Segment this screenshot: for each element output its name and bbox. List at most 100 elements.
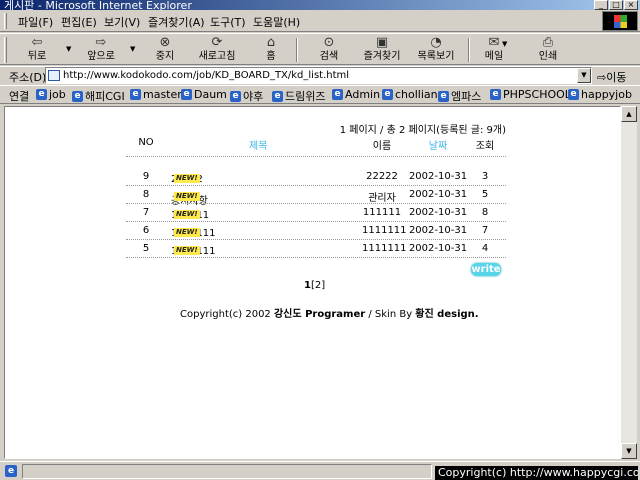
links-label: 연결 — [9, 90, 30, 103]
link-item[interactable]: e Admin — [332, 88, 380, 101]
favorites-button[interactable]: ▣ 즐겨찾기 — [362, 35, 402, 65]
menu-favorites[interactable]: 즐겨찾기(A) — [148, 14, 205, 30]
row-divider — [126, 257, 506, 258]
link-item[interactable]: e chollian — [382, 88, 438, 101]
search-label: 검색 — [319, 51, 339, 62]
window-title: 게시판 - Microsoft Internet Explorer — [4, 0, 192, 10]
title-bar: 게시판 - Microsoft Internet Explorer _ □ × — [0, 0, 640, 10]
menu-file[interactable]: 파일(F) — [18, 14, 53, 30]
column-hits: 조회 — [475, 141, 495, 152]
menu-edit[interactable]: 편집(E) — [61, 14, 97, 30]
new-badge: NEW! — [174, 192, 200, 201]
link-item[interactable]: e 엠파스 — [438, 88, 481, 104]
column-name: 이름 — [372, 141, 392, 152]
close-button[interactable]: × — [624, 0, 638, 10]
forward-label: 앞으로 — [87, 51, 115, 62]
ie-link-icon: e — [382, 89, 393, 100]
new-badge: NEW! — [174, 174, 200, 183]
ie-link-icon: e — [72, 90, 83, 102]
table-header: NO 제목 이름 날짜 조회 — [126, 137, 506, 152]
link-item[interactable]: e master — [130, 88, 182, 101]
row-no: 6 — [142, 225, 150, 236]
print-button[interactable]: ⎙ 인쇄 — [536, 35, 560, 65]
mail-icon: ✉ — [488, 35, 500, 50]
link-label: Admin — [345, 88, 381, 101]
address-dropdown-icon[interactable]: ▼ — [577, 68, 591, 83]
stop-button[interactable]: ⊗ 중지 — [152, 35, 178, 65]
copyright-suffix: . — [474, 309, 479, 320]
link-item[interactable]: e 야후 — [230, 88, 263, 104]
row-name: 111111 — [362, 207, 402, 218]
status-bar: e Copyright(c) http://www.happycgi.com — [0, 461, 640, 480]
go-arrow-icon: ⇨ — [597, 71, 607, 84]
maximize-button[interactable]: □ — [609, 0, 623, 10]
ie-link-icon: e — [332, 89, 343, 100]
link-item[interactable]: e 해피CGI — [72, 88, 125, 104]
menu-grip[interactable] — [4, 13, 7, 29]
vertical-scrollbar[interactable]: ▲ ▼ — [621, 106, 637, 459]
row-date: 2002-10-31 — [408, 189, 468, 200]
new-badge: NEW! — [174, 210, 200, 219]
row-name: 22222 — [366, 171, 398, 182]
history-button[interactable]: ◔ 목록보기 — [416, 35, 456, 65]
page-link-2[interactable]: [2] — [311, 280, 325, 291]
stop-icon: ⊗ — [159, 35, 171, 50]
back-button[interactable]: ⇦ 뒤로 — [22, 35, 52, 65]
mail-dropdown-icon[interactable]: ▼ — [502, 40, 507, 48]
table-row: 8 공지사항 NEW! 관리자 2002-10-31 5 — [126, 186, 506, 207]
standard-toolbar: ⇦ 뒤로 ▼ ⇨ 앞으로 ▼ ⊗ 중지 ⟳ 새로고침 ⌂ 홈 ⊙ 검색 ▣ 즐겨… — [0, 33, 640, 65]
row-name: 관리자 — [368, 193, 396, 204]
pagination: 1[2] — [304, 280, 325, 291]
link-label: 야후 — [243, 90, 264, 103]
home-label: 홈 — [266, 51, 276, 62]
forward-button[interactable]: ⇨ 앞으로 — [83, 35, 119, 65]
link-item[interactable]: e job — [36, 88, 66, 101]
address-input[interactable]: http://www.kodokodo.com/job/KD_BOARD_TX/… — [45, 67, 592, 84]
scroll-down-icon[interactable]: ▼ — [621, 443, 637, 459]
ie-link-icon: e — [568, 89, 579, 100]
home-icon: ⌂ — [266, 35, 276, 50]
link-label: PHPSCHOOL — [503, 88, 571, 101]
minimize-button[interactable]: _ — [594, 0, 608, 10]
forward-dropdown-icon[interactable]: ▼ — [130, 45, 135, 53]
refresh-button[interactable]: ⟳ 새로고침 — [195, 35, 239, 65]
ie-link-icon: e — [130, 89, 141, 100]
table-row: 6 1111111NEW! 1111111 2002-10-31 7 — [126, 222, 506, 240]
go-button[interactable]: ⇨이동 — [597, 69, 626, 85]
address-url[interactable]: http://www.kodokodo.com/job/KD_BOARD_TX/… — [63, 70, 349, 81]
window-controls: _ □ × — [594, 0, 638, 10]
favorites-folder-icon: ▣ — [375, 35, 389, 50]
ie-link-icon: e — [181, 89, 192, 100]
row-name: 1111111 — [362, 243, 407, 254]
column-subject[interactable]: 제목 — [249, 137, 267, 152]
links-bar: 연결 e job e 해피CGI e master e Daum e 야후 e 드림위즈 e… — [0, 85, 640, 104]
menu-view[interactable]: 보기(V) — [104, 14, 140, 30]
toolbar-grip[interactable] — [4, 37, 7, 63]
column-date[interactable]: 날짜 — [408, 137, 468, 152]
search-button[interactable]: ⊙ 검색 — [317, 35, 341, 65]
page-info: 1 페이지 / 총 2 페이지(등록된 글: 9개) — [339, 125, 506, 136]
page-content: 1 페이지 / 총 2 페이지(등록된 글: 9개) NO 제목 이름 날짜 조… — [4, 106, 621, 459]
row-date: 2002-10-31 — [408, 243, 468, 254]
write-button[interactable]: write — [471, 263, 501, 276]
header-divider — [126, 156, 506, 157]
menu-help[interactable]: 도움말(H) — [253, 14, 300, 30]
ie-link-icon: e — [438, 90, 449, 102]
table-row: 9 22222NEW! 22222 2002-10-31 3 — [126, 168, 506, 186]
menu-tools[interactable]: 도구(T) — [210, 14, 246, 30]
back-label: 뒤로 — [27, 51, 47, 62]
menu-bar: 파일(F) 편집(E) 보기(V) 즐겨찾기(A) 도구(T) 도움말(H) — [0, 10, 640, 32]
copyright-skin: 황진 design — [415, 309, 475, 320]
copyright-middle: / Skin By — [365, 309, 416, 320]
history-label: 목록보기 — [417, 51, 455, 62]
home-button[interactable]: ⌂ 홈 — [260, 35, 282, 65]
table-row: 5 1111111NEW! 1111111 2002-10-31 4 — [126, 240, 506, 258]
link-item[interactable]: e 드림위즈 — [272, 88, 325, 104]
search-icon: ⊙ — [323, 35, 335, 50]
link-item[interactable]: e PHPSCHOOL — [490, 88, 571, 101]
row-hits: 7 — [481, 225, 489, 236]
link-item[interactable]: e Daum — [181, 88, 227, 101]
back-dropdown-icon[interactable]: ▼ — [66, 45, 71, 53]
link-item[interactable]: e happyjob — [568, 88, 632, 101]
scroll-up-icon[interactable]: ▲ — [621, 106, 637, 122]
